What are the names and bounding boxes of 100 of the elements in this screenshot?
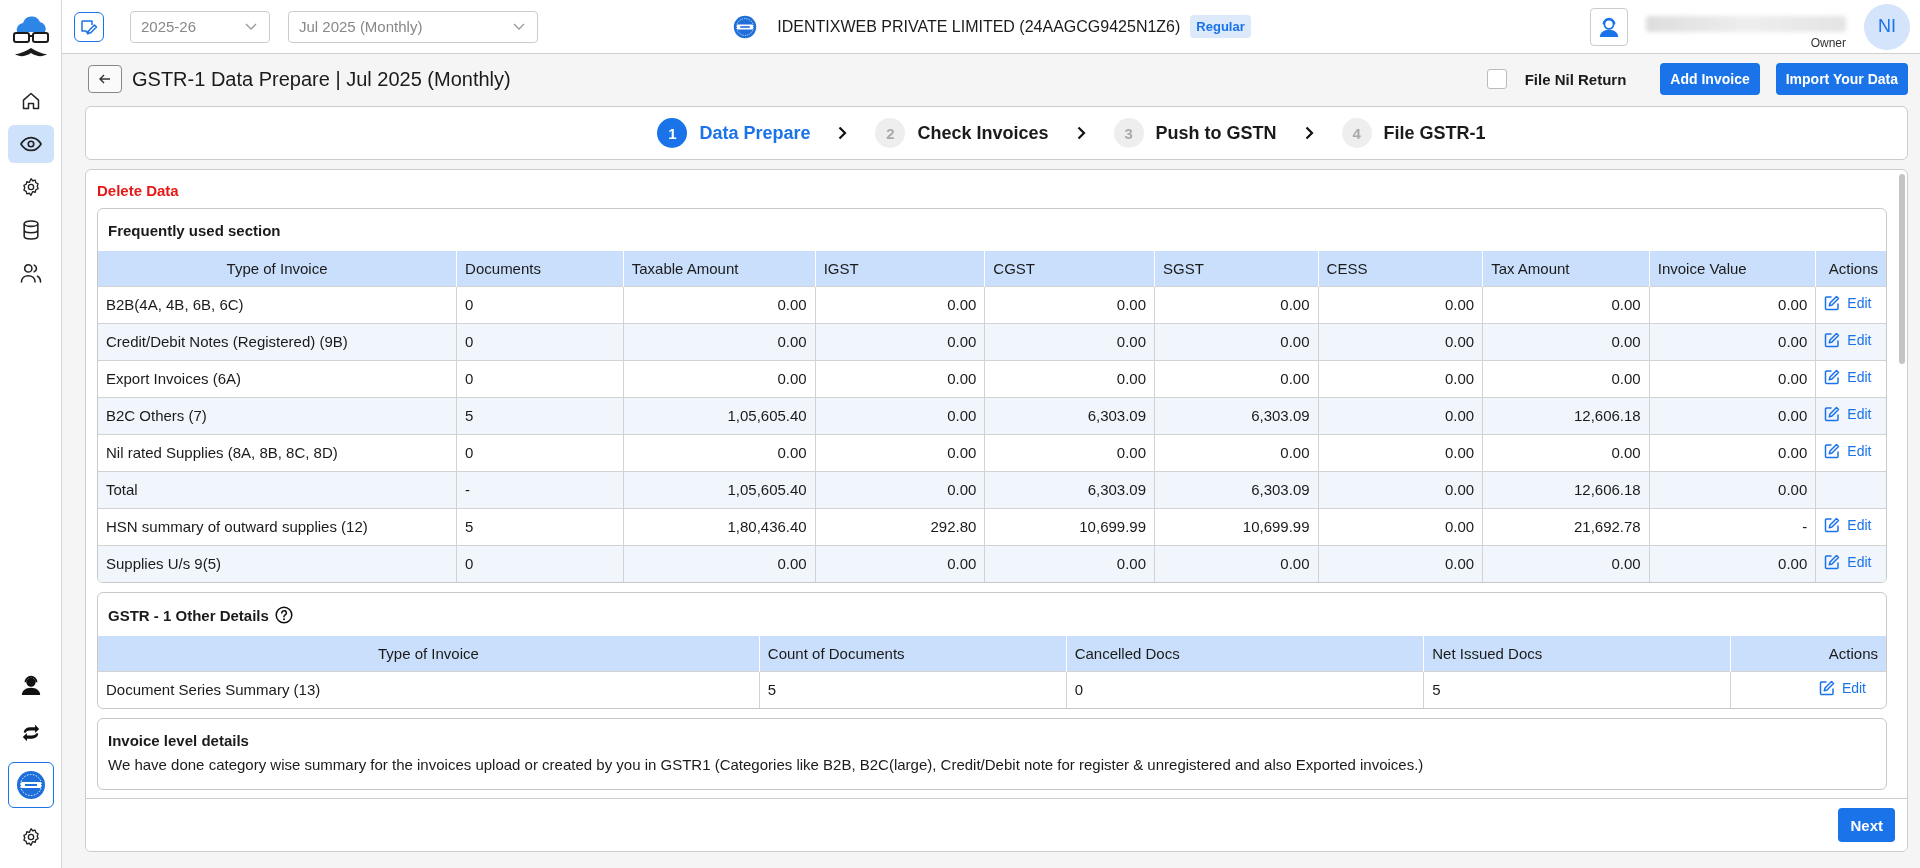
column-header: IGST [815, 251, 985, 286]
table-cell: 0.00 [623, 323, 816, 360]
section-title: Invoice level details [108, 732, 249, 749]
table-cell: 0 [456, 545, 624, 582]
column-header: CESS [1318, 251, 1483, 286]
table-cell: 5 [456, 397, 624, 434]
taxpayer-badge: Regular [1190, 15, 1251, 38]
table-cell: 6,303.09 [984, 471, 1155, 508]
edit-button[interactable]: Edit [1818, 680, 1878, 697]
action-button[interactable]: Import Your Data [1775, 63, 1908, 95]
database-icon [21, 220, 40, 240]
table-cell: 0 [456, 323, 624, 360]
support-agent-icon [1598, 15, 1620, 38]
users-icon [19, 263, 42, 283]
column-header: CGST [984, 251, 1155, 286]
column-header: Type of Invoice [98, 251, 457, 286]
period-select[interactable]: Jul 2025 (Monthly) [288, 10, 538, 43]
checkbox-label: File Nil Return [1524, 70, 1627, 88]
sync-icon [20, 724, 41, 742]
edit-icon [1824, 443, 1841, 459]
settings-icon [20, 827, 41, 847]
table-cell: 0.00 [1482, 323, 1650, 360]
table-cell: 0.00 [1318, 397, 1483, 434]
table-cell: 0.00 [1318, 545, 1483, 582]
table-cell: 0.00 [1318, 471, 1483, 508]
table-cell: 1,05,605.40 [623, 397, 816, 434]
table-cell: 0.00 [1649, 471, 1816, 508]
table-cell: 5 [1423, 671, 1731, 708]
chevron-down-icon [245, 22, 257, 31]
column-header: Actions [1730, 636, 1886, 671]
table-cell: 0.00 [623, 545, 816, 582]
column-header: Cancelled Docs [1066, 636, 1424, 671]
chevron-right-icon [1076, 126, 1086, 140]
note-edit-icon [80, 17, 98, 36]
column-header: Tax Amount [1482, 251, 1650, 286]
eye-icon [19, 136, 42, 152]
chevron-right-icon [1304, 126, 1314, 140]
edit-icon [1818, 680, 1835, 697]
nil-return-checkbox[interactable] [1486, 69, 1507, 89]
next-button[interactable]: Next [1838, 808, 1895, 842]
table-cell: Total [98, 471, 457, 508]
delete-data-link[interactable]: Delete Data [97, 182, 179, 199]
table-cell: 0.00 [1482, 545, 1650, 582]
gst-badge-icon [15, 770, 46, 800]
notes-button[interactable] [74, 11, 104, 42]
column-header: Documents [456, 251, 624, 286]
edit-icon [1824, 517, 1841, 533]
table-cell: - [456, 471, 624, 508]
user-role: Owner [1810, 35, 1846, 50]
company-name: IDENTIXWEB PRIVATE LIMITED (24AAGCG9425N1Z6) [777, 17, 1181, 36]
column-header: Type of Invoice [98, 636, 760, 671]
table-cell: Document Series Summary (13) [98, 671, 760, 708]
gst-logo-icon [733, 14, 758, 39]
action-button[interactable]: Add Invoice [1660, 63, 1760, 95]
step-tab[interactable]: 1 Data Prepare [657, 118, 811, 148]
chevron-right-icon [838, 126, 848, 140]
table-cell: 6,303.09 [1154, 397, 1319, 434]
edit-button[interactable]: Edit [1824, 443, 1884, 459]
year-select[interactable]: 2025-26 [130, 10, 270, 43]
table-cell: 0.00 [984, 323, 1155, 360]
edit-icon [1824, 406, 1841, 422]
step-tab[interactable]: 3 Push to GSTN [1113, 118, 1277, 148]
column-header: Net Issued Docs [1423, 636, 1731, 671]
edit-button[interactable]: Edit [1824, 369, 1884, 385]
table-cell: 5 [759, 671, 1067, 708]
table-cell: Credit/Debit Notes (Registered) (9B) [98, 323, 457, 360]
table-cell: 12,606.18 [1482, 471, 1650, 508]
table-cell: 0.00 [815, 397, 985, 434]
table-cell: 6,303.09 [984, 397, 1155, 434]
table-cell: 0.00 [1649, 545, 1816, 582]
edit-icon [1824, 332, 1841, 348]
column-header: Actions [1815, 251, 1886, 286]
table-cell: 6,303.09 [1154, 471, 1319, 508]
table-cell: 0.00 [1154, 545, 1319, 582]
column-header: Taxable Amount [623, 251, 816, 286]
support-agent-icon [19, 674, 42, 696]
back-button[interactable] [88, 65, 122, 93]
table-cell: 0.00 [1649, 323, 1816, 360]
sidebar-item[interactable] [7, 125, 54, 163]
section-title: Frequently used section [108, 222, 281, 239]
step-tab[interactable]: 4 File GSTR-1 [1341, 118, 1486, 148]
scrollbar[interactable] [1899, 174, 1905, 364]
help-icon[interactable] [274, 606, 293, 624]
edit-button[interactable]: Edit [1824, 295, 1884, 311]
table-cell: 0.00 [1649, 397, 1816, 434]
back-arrow-icon [99, 74, 111, 84]
step-tab[interactable]: 2 Check Invoices [875, 118, 1049, 148]
user-avatar[interactable]: NI [1864, 3, 1910, 50]
section-title: GSTR - 1 Other Details [108, 606, 269, 624]
column-header: Invoice Value [1649, 251, 1816, 286]
table-cell: Supplies U/s 9(5) [98, 545, 457, 582]
edit-icon [1824, 295, 1841, 311]
table-cell: 0.00 [815, 323, 985, 360]
table-cell: B2C Others (7) [98, 397, 457, 434]
table-cell: 12,606.18 [1482, 397, 1650, 434]
chevron-down-icon [513, 22, 525, 31]
table-cell: 0 [1066, 671, 1424, 708]
edit-button[interactable]: Edit [1824, 517, 1884, 533]
support-button[interactable] [1590, 7, 1628, 46]
table-cell: 0.00 [1154, 323, 1319, 360]
